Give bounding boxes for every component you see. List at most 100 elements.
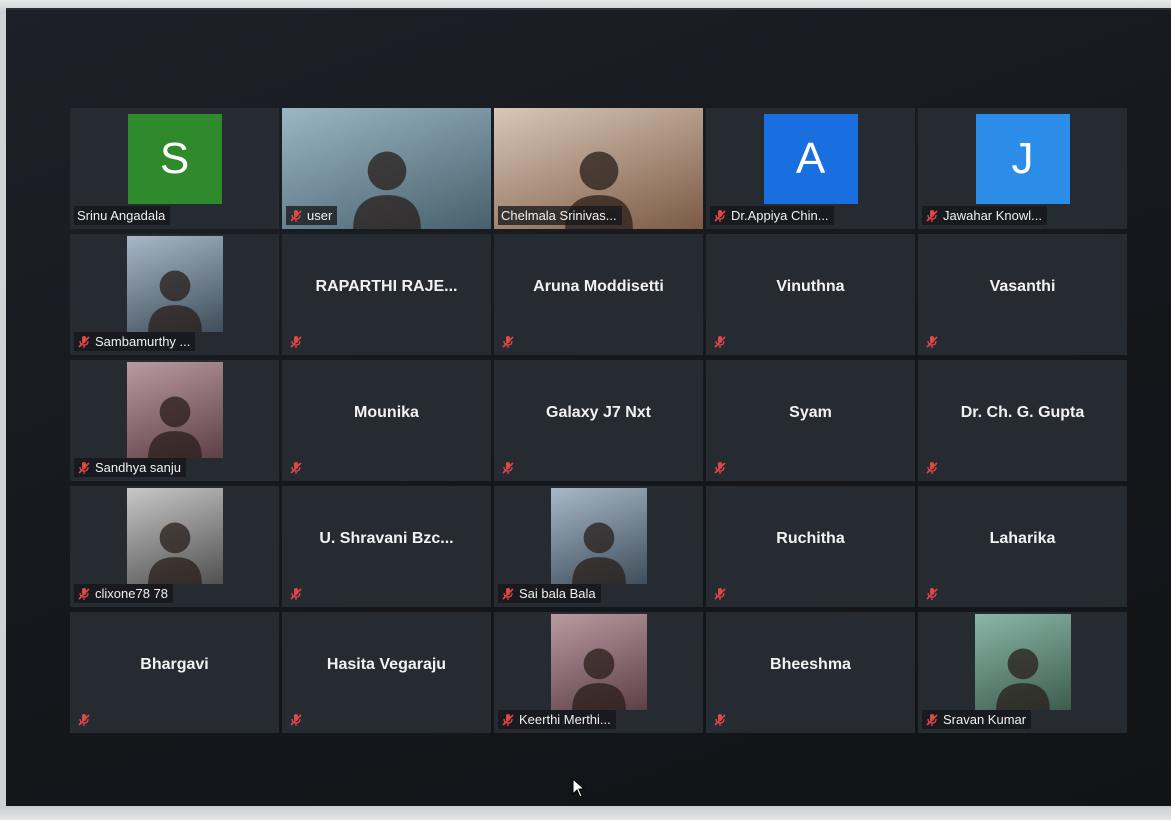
muted-microphone-icon bbox=[925, 713, 939, 727]
participant-tile[interactable]: Galaxy J7 Nxt bbox=[494, 360, 703, 481]
participant-tile[interactable]: Chelmala Srinivas... bbox=[494, 108, 703, 229]
muted-microphone-icon bbox=[925, 335, 939, 349]
muted-microphone-icon bbox=[925, 461, 939, 475]
muted-microphone-icon bbox=[713, 461, 727, 475]
participant-name-text: Srinu Angadala bbox=[77, 208, 166, 223]
muted-microphone-icon bbox=[77, 587, 91, 601]
muted-microphone-icon bbox=[289, 461, 303, 475]
participant-video-feed bbox=[550, 488, 647, 584]
muted-microphone-icon bbox=[289, 587, 303, 601]
participant-name-center: Galaxy J7 Nxt bbox=[546, 404, 651, 422]
muted-microphone-icon bbox=[501, 335, 515, 349]
participant-name-label bbox=[74, 711, 96, 729]
participant-name-label: Jawahar Knowl... bbox=[922, 206, 1047, 225]
participant-tile[interactable]: A Dr.Appiya Chin... bbox=[706, 108, 915, 229]
participant-name-label: Keerthi Merthi... bbox=[498, 710, 616, 729]
participant-name-center: Mounika bbox=[354, 404, 419, 422]
participant-tile[interactable]: Laharika bbox=[918, 486, 1127, 607]
participant-name-label: clixone78 78 bbox=[74, 584, 173, 603]
participant-name-label bbox=[710, 711, 732, 729]
participant-avatar: J bbox=[975, 114, 1070, 204]
participant-tile[interactable]: Hasita Vegaraju bbox=[282, 612, 491, 733]
muted-microphone-icon bbox=[713, 713, 727, 727]
participant-name-text: Sambamurthy ... bbox=[95, 334, 191, 349]
participant-name-text: Jawahar Knowl... bbox=[943, 208, 1042, 223]
muted-microphone-icon bbox=[713, 335, 727, 349]
participant-tile[interactable]: J Jawahar Knowl... bbox=[918, 108, 1127, 229]
participant-tile[interactable]: Sandhya sanju bbox=[70, 360, 279, 481]
participant-avatar: A bbox=[763, 114, 858, 204]
participant-name-label: Dr.Appiya Chin... bbox=[710, 206, 834, 225]
participant-tile[interactable]: Vinuthna bbox=[706, 234, 915, 355]
participant-video-feed bbox=[126, 236, 223, 332]
participant-tile[interactable]: clixone78 78 bbox=[70, 486, 279, 607]
muted-microphone-icon bbox=[713, 209, 727, 223]
participant-tile[interactable]: Sai bala Bala bbox=[494, 486, 703, 607]
participant-avatar: S bbox=[127, 114, 222, 204]
participant-name-center: Vinuthna bbox=[776, 278, 845, 296]
participant-name-center: Bheeshma bbox=[770, 656, 851, 674]
participant-video-feed bbox=[126, 488, 223, 584]
participant-name-label bbox=[286, 459, 308, 477]
muted-microphone-icon bbox=[713, 587, 727, 601]
participant-name-label bbox=[498, 333, 520, 351]
gallery-view-grid: S Srinu Angadala user Chelmala Srinivas... A… bbox=[70, 108, 1130, 734]
person-silhouette-icon bbox=[995, 648, 1050, 710]
participant-name-label bbox=[286, 585, 308, 603]
muted-microphone-icon bbox=[501, 461, 515, 475]
participant-name-text: clixone78 78 bbox=[95, 586, 168, 601]
person-silhouette-icon bbox=[147, 522, 202, 584]
muted-microphone-icon bbox=[501, 713, 515, 727]
participant-name-text: Sai bala Bala bbox=[519, 586, 596, 601]
muted-microphone-icon bbox=[77, 461, 91, 475]
participant-name-label bbox=[922, 459, 944, 477]
participant-name-label bbox=[286, 333, 308, 351]
participant-name-text: Chelmala Srinivas... bbox=[501, 208, 617, 223]
participant-tile[interactable]: Ruchitha bbox=[706, 486, 915, 607]
participant-tile[interactable]: Bhargavi bbox=[70, 612, 279, 733]
muted-microphone-icon bbox=[289, 209, 303, 223]
participant-name-center: Laharika bbox=[989, 530, 1056, 548]
participant-tile[interactable]: S Srinu Angadala bbox=[70, 108, 279, 229]
participant-name-label: Sravan Kumar bbox=[922, 710, 1032, 729]
participant-tile[interactable]: Syam bbox=[706, 360, 915, 481]
muted-microphone-icon bbox=[289, 335, 303, 349]
participant-tile[interactable]: user bbox=[282, 108, 491, 229]
muted-microphone-icon bbox=[77, 713, 91, 727]
participant-name-center: Aruna Moddisetti bbox=[533, 278, 664, 296]
participant-tile[interactable]: Sambamurthy ... bbox=[70, 234, 279, 355]
participant-tile[interactable]: Vasanthi bbox=[918, 234, 1127, 355]
participant-name-center: RAPARTHI RAJE... bbox=[315, 278, 458, 296]
participant-name-label: Sambamurthy ... bbox=[74, 332, 196, 351]
participant-name-label bbox=[922, 585, 944, 603]
participant-video-feed bbox=[126, 362, 223, 458]
participant-name-center: Ruchitha bbox=[776, 530, 845, 548]
participant-name-label bbox=[286, 711, 308, 729]
muted-microphone-icon bbox=[925, 587, 939, 601]
participant-name-text: Sravan Kumar bbox=[943, 712, 1027, 727]
participant-name-label: user bbox=[286, 206, 338, 225]
participant-tile[interactable]: Aruna Moddisetti bbox=[494, 234, 703, 355]
muted-microphone-icon bbox=[501, 587, 515, 601]
person-silhouette-icon bbox=[147, 396, 202, 458]
participant-tile[interactable]: RAPARTHI RAJE... bbox=[282, 234, 491, 355]
muted-microphone-icon bbox=[925, 209, 939, 223]
participant-name-label bbox=[710, 459, 732, 477]
participant-name-center: Bhargavi bbox=[140, 656, 209, 674]
monitor-bottom-edge bbox=[0, 806, 1171, 820]
person-silhouette-icon bbox=[571, 648, 626, 710]
participant-tile[interactable]: Sravan Kumar bbox=[918, 612, 1127, 733]
participant-name-label: Sai bala Bala bbox=[498, 584, 601, 603]
participant-tile[interactable]: Bheeshma bbox=[706, 612, 915, 733]
participant-name-text: Keerthi Merthi... bbox=[519, 712, 611, 727]
participant-tile[interactable]: Mounika bbox=[282, 360, 491, 481]
participant-name-text: Dr.Appiya Chin... bbox=[731, 208, 829, 223]
participant-tile[interactable]: Keerthi Merthi... bbox=[494, 612, 703, 733]
participant-video-feed bbox=[550, 614, 647, 710]
participant-tile[interactable]: U. Shravani Bzc... bbox=[282, 486, 491, 607]
person-silhouette-icon bbox=[571, 522, 626, 584]
participant-name-text: Sandhya sanju bbox=[95, 460, 182, 475]
participant-name-text: user bbox=[307, 208, 333, 223]
participant-tile[interactable]: Dr. Ch. G. Gupta bbox=[918, 360, 1127, 481]
muted-microphone-icon bbox=[289, 713, 303, 727]
